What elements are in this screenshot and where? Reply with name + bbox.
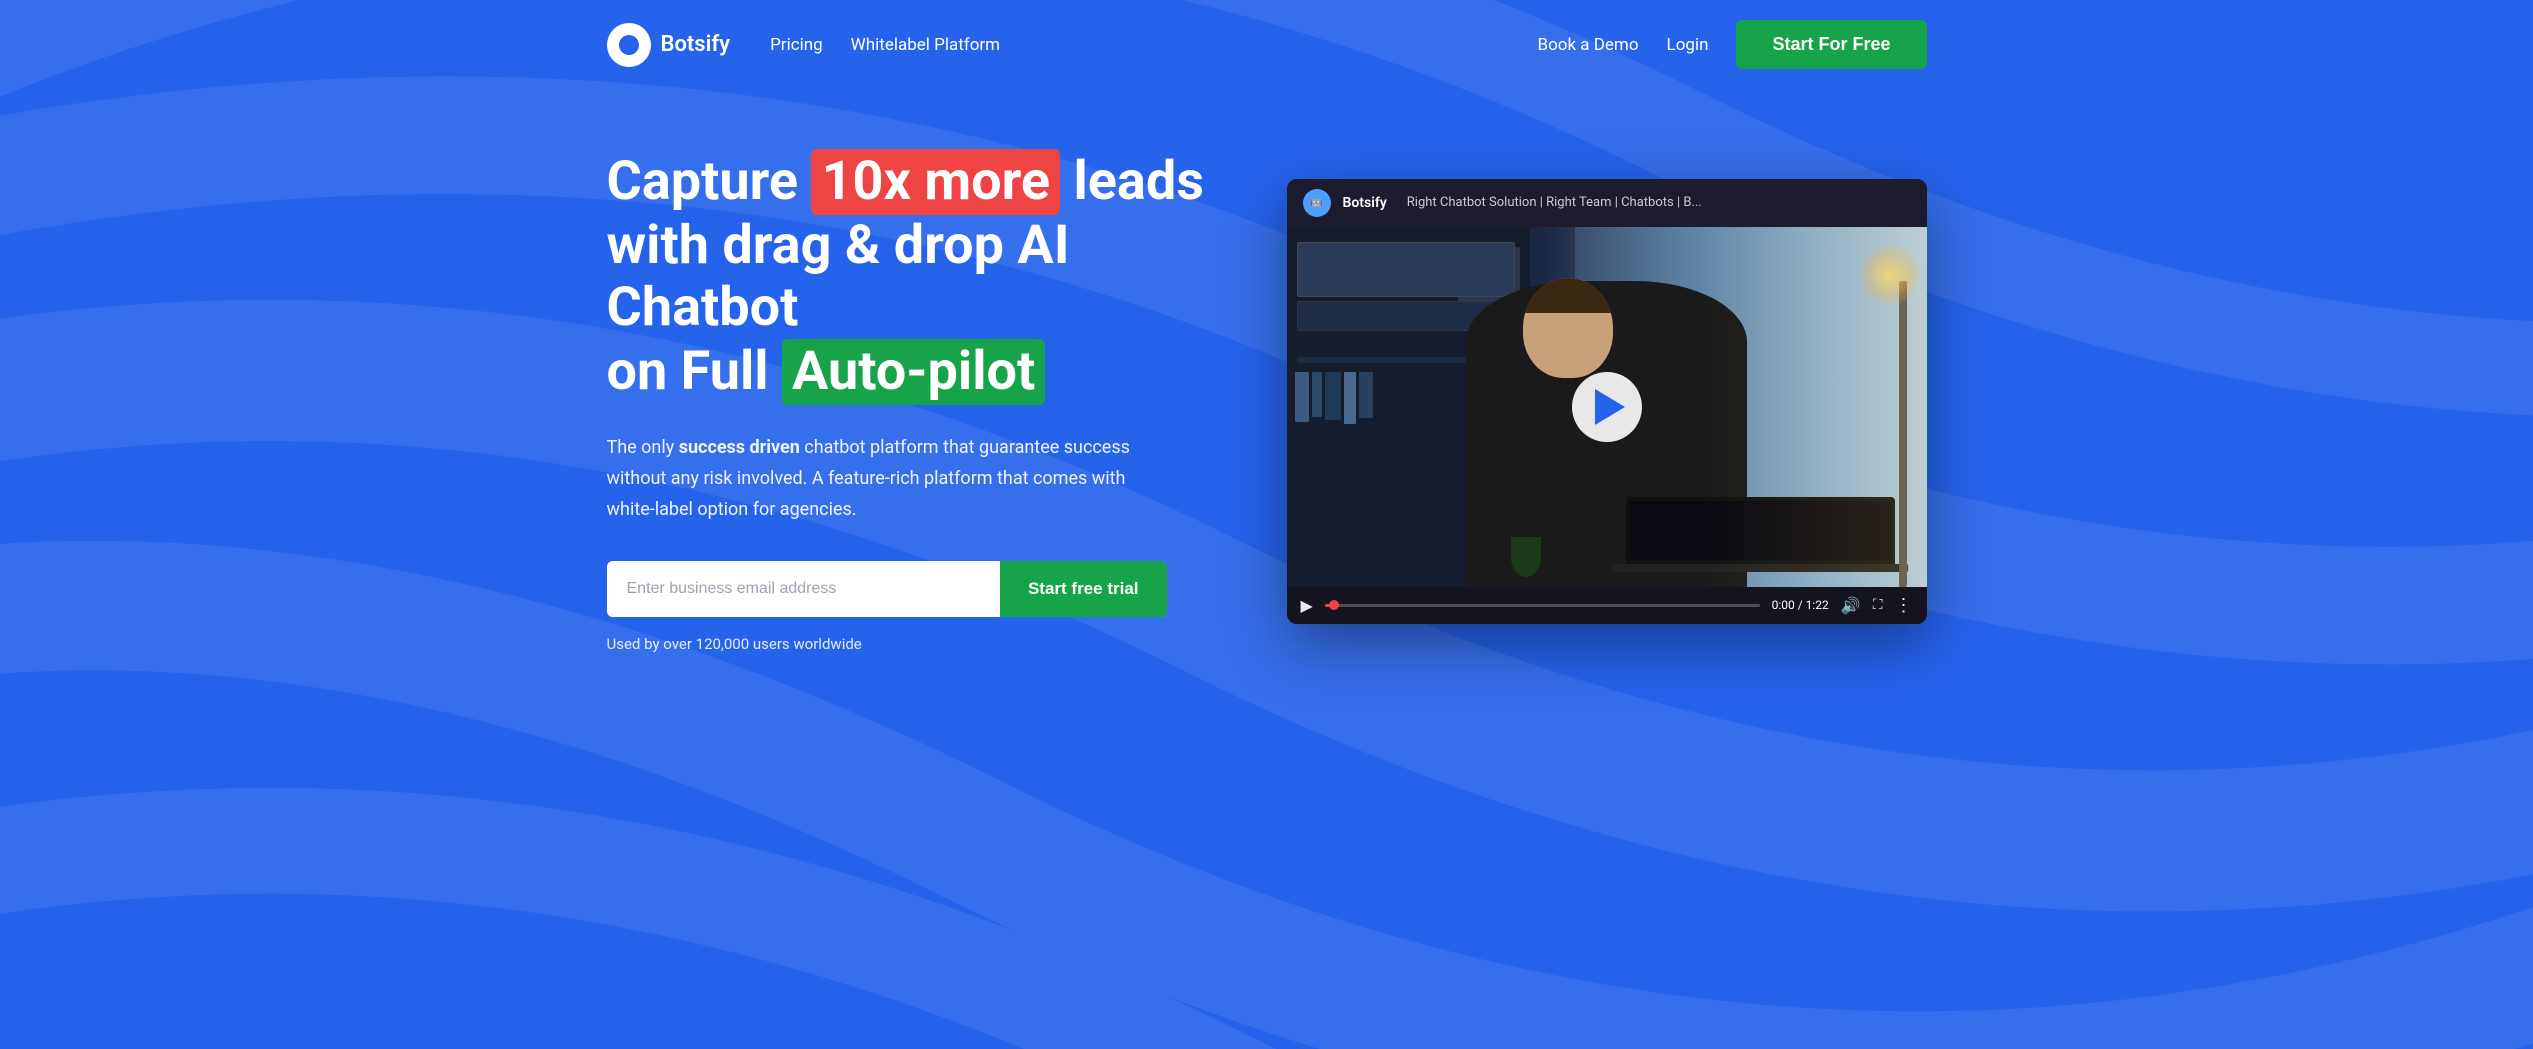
fullscreen-icon[interactable]: ⛶: [1873, 597, 1883, 613]
video-title: Right Chatbot Solution | Right Team | Ch…: [1407, 195, 1911, 210]
nav-login[interactable]: Login: [1667, 35, 1709, 55]
heading-highlight-red: 10x more: [811, 149, 1060, 215]
play-triangle-icon: [1595, 389, 1625, 425]
video-controls: ▶ 0:00 / 1:22 🔊 ⛶ ⋮: [1287, 587, 1927, 624]
volume-icon[interactable]: 🔊: [1841, 596, 1861, 615]
start-free-trial-button[interactable]: Start free trial: [1000, 561, 1167, 617]
video-logo-letter: 🤖: [1310, 197, 1322, 208]
progress-dot: [1329, 600, 1339, 610]
email-input[interactable]: [607, 561, 1000, 617]
more-options-icon[interactable]: ⋮: [1895, 595, 1913, 616]
hero-section: Capture 10x more leads with drag & drop …: [607, 89, 1927, 733]
navbar: Botsify Pricing Whitelabel Platform Book…: [607, 0, 1927, 89]
nav-links: Pricing Whitelabel Platform: [770, 35, 1000, 55]
heading-highlight-green: Auto-pilot: [782, 339, 1045, 405]
play-button[interactable]: [1572, 372, 1642, 442]
video-play-icon[interactable]: ▶: [1301, 596, 1313, 615]
heading-mid: leads: [1060, 150, 1204, 213]
heading-line2: with drag & drop AI Chatbot: [607, 214, 1070, 339]
video-channel-name: Botsify: [1343, 195, 1387, 211]
nav-book-demo[interactable]: Book a Demo: [1537, 35, 1638, 55]
hero-left-content: Capture 10x more leads with drag & drop …: [607, 149, 1227, 653]
nav-link-pricing[interactable]: Pricing: [770, 35, 823, 55]
subtitle-bold: success driven: [679, 437, 800, 458]
video-container: 🤖 Botsify Right Chatbot Solution | Right…: [1287, 179, 1927, 624]
hero-heading: Capture 10x more leads with drag & drop …: [607, 149, 1227, 405]
email-form: Start free trial: [607, 561, 1167, 617]
video-channel-logo: 🤖: [1303, 189, 1331, 217]
video-top-bar: 🤖 Botsify Right Chatbot Solution | Right…: [1287, 179, 1927, 227]
logo[interactable]: Botsify: [607, 23, 731, 67]
logo-icon: [607, 23, 651, 67]
video-time-display: 0:00 / 1:22: [1772, 598, 1829, 612]
heading-pre3: on Full: [607, 340, 782, 403]
logo-text: Botsify: [661, 32, 731, 57]
heading-pre: Capture: [607, 150, 812, 213]
video-progress-bar[interactable]: [1325, 604, 1760, 607]
social-proof-text: Used by over 120,000 users worldwide: [607, 635, 1227, 653]
nav-right: Book a Demo Login Start For Free: [1537, 20, 1926, 69]
subtitle-pre: The only: [607, 437, 679, 458]
nav-link-whitelabel[interactable]: Whitelabel Platform: [851, 35, 1000, 55]
video-thumbnail[interactable]: [1287, 227, 1927, 587]
hero-subtitle: The only success driven chatbot platform…: [607, 433, 1167, 525]
video-channel-info: Botsify: [1343, 195, 1387, 211]
hero-right-video: 🤖 Botsify Right Chatbot Solution | Right…: [1287, 179, 1927, 624]
start-for-free-button[interactable]: Start For Free: [1736, 20, 1926, 69]
